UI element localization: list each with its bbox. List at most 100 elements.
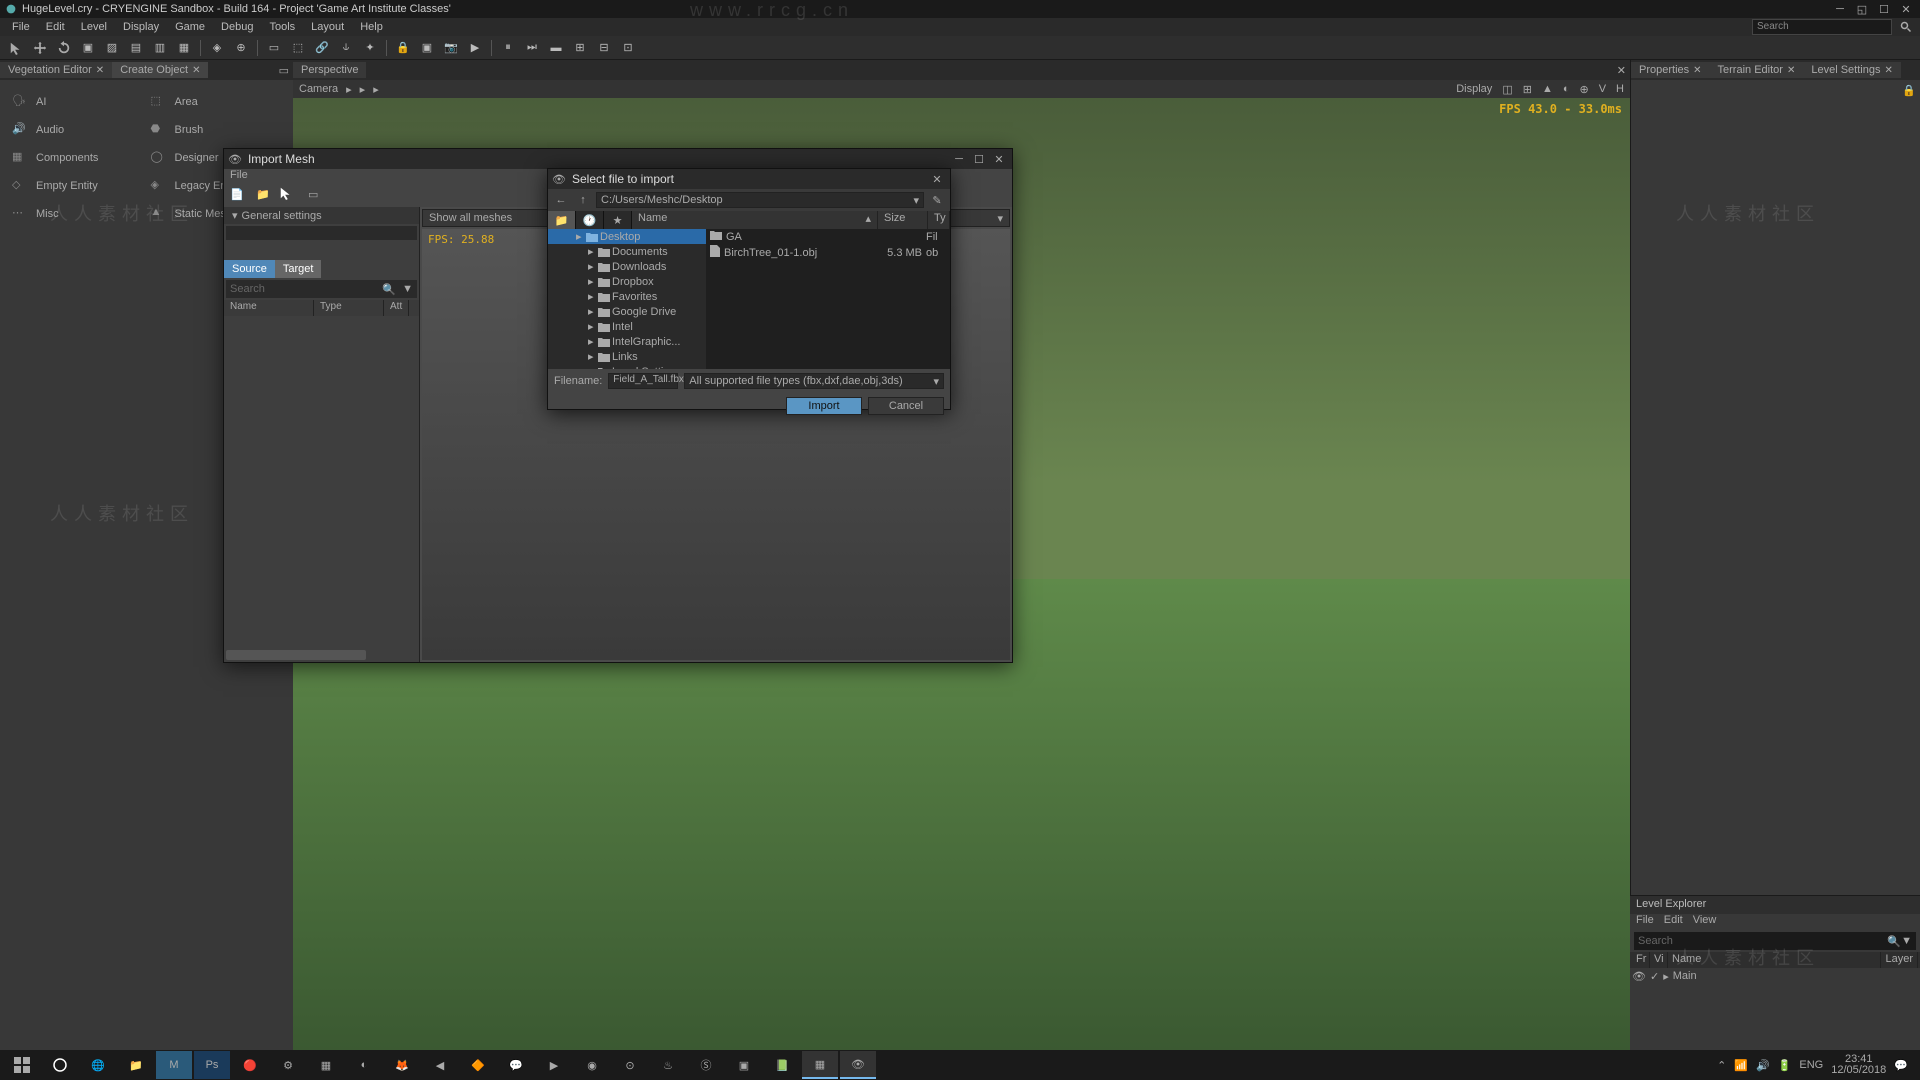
tool-icon[interactable]: ▭ [308,188,324,204]
taskbar-app-icon[interactable]: ◐ [346,1051,382,1079]
section-general-settings[interactable]: ▾ General settings [224,207,419,224]
chevron-right-icon[interactable]: ▸ [588,320,596,333]
taskbar-app-icon[interactable]: ♨ [650,1051,686,1079]
tab-favorites-icon[interactable]: ★ [604,211,632,229]
tool-icon[interactable]: ▥ [150,38,170,58]
display-label[interactable]: Display [1456,83,1492,95]
play-icon[interactable]: ▶ [465,38,485,58]
tray-network-icon[interactable]: 📶 [1734,1059,1748,1072]
menu-help[interactable]: Help [352,19,391,35]
tool-icon[interactable]: ▦ [174,38,194,58]
tab-history-icon[interactable]: 🕐 [576,211,604,229]
tree-item[interactable]: ▸Google Drive [548,304,706,319]
tool-icon[interactable]: ▨ [102,38,122,58]
tool-icon[interactable]: ⊞ [570,38,590,58]
level-exp-menu-edit[interactable]: Edit [1664,914,1683,930]
chevron-right-icon[interactable]: ▸ [588,275,596,288]
minimize-button[interactable]: ─ [950,151,968,167]
taskbar-app-icon[interactable]: 💬 [498,1051,534,1079]
col-name[interactable]: Name [1668,952,1881,968]
viewport-option-icon[interactable]: H [1616,83,1624,95]
category-brush[interactable]: ⬣Brush [147,116,286,144]
import-search-input[interactable]: Search [230,283,265,295]
viewport-option-icon[interactable]: ◫ [1502,83,1512,96]
chevron-right-icon[interactable]: ▸ [588,245,596,258]
menu-file[interactable]: File [4,19,38,35]
taskbar-app-icon[interactable]: ◀ [422,1051,458,1079]
magnify-icon[interactable]: ⊕ [231,38,251,58]
chevron-right-icon[interactable]: ▸ [576,230,584,243]
menu-level[interactable]: Level [73,19,115,35]
col-size[interactable]: Size [878,211,928,229]
menu-tools[interactable]: Tools [261,19,303,35]
tree-item[interactable]: ▸IntelGraphic... [548,334,706,349]
close-icon[interactable]: ✕ [192,65,200,76]
tab-perspective[interactable]: Perspective [293,62,366,78]
taskbar-app-icon[interactable]: ▦ [802,1051,838,1079]
tree-item[interactable]: ▸Documents [548,244,706,259]
chevron-right-icon[interactable]: ▸ [588,305,596,318]
up-button[interactable]: ↑ [574,191,592,209]
menu-game[interactable]: Game [167,19,213,35]
start-button[interactable] [4,1051,40,1079]
tool-icon[interactable]: ⬚ [288,38,308,58]
search-icon[interactable] [1896,17,1916,37]
filter-icon[interactable]: ▼ [1901,935,1912,947]
taskbar-app-icon[interactable]: 📁 [118,1051,154,1079]
link-icon[interactable]: 🔗 [312,38,332,58]
tool-icon[interactable]: ✎ [928,191,946,209]
close-button[interactable]: ✕ [1896,2,1916,16]
search-icon[interactable]: 🔍 [1887,935,1901,948]
filter-icon[interactable]: ▼ [402,283,413,295]
viewport-option-icon[interactable]: ◐ [1563,83,1570,95]
category-audio[interactable]: 🔊Audio [8,116,147,144]
tool-icon[interactable]: ▭ [264,38,284,58]
global-search-input[interactable]: Search [1752,19,1892,35]
taskbar-app-icon[interactable]: ⚙ [270,1051,306,1079]
close-icon[interactable]: ✕ [1787,65,1795,76]
check-icon[interactable]: ✓ [1650,970,1659,983]
menu-edit[interactable]: Edit [38,19,73,35]
taskbar-app-icon[interactable]: ▶ [536,1051,572,1079]
taskbar-app-icon[interactable]: 🔶 [460,1051,496,1079]
tray-clock[interactable]: 23:41 12/05/2018 [1831,1054,1886,1076]
maximize-button[interactable]: ☐ [970,151,988,167]
close-button[interactable]: ✕ [928,171,946,187]
chevron-right-icon[interactable]: ▸ [588,260,596,273]
lock-icon[interactable]: 🔒 [393,38,413,58]
tab-properties[interactable]: Properties✕ [1631,62,1710,78]
tray-chevron-icon[interactable]: ⌃ [1717,1059,1726,1072]
tool-icon[interactable]: ▣ [417,38,437,58]
tray-battery-icon[interactable]: 🔋 [1778,1059,1792,1072]
import-menu-file[interactable]: File [230,169,248,185]
col-name[interactable]: Name▴ [632,211,878,229]
tool-icon[interactable]: ✦ [360,38,380,58]
camera-label[interactable]: Camera [299,83,338,95]
tool-icon[interactable]: ⊟ [594,38,614,58]
tree-item[interactable]: ▸Links [548,349,706,364]
taskbar-app-icon[interactable]: Ⓢ [688,1051,724,1079]
path-input[interactable]: C:/Users/Meshc/Desktop▾ [596,192,924,208]
filename-input[interactable]: Field_A_Tall.fbx [608,373,678,389]
taskbar-app-icon[interactable]: ▣ [726,1051,762,1079]
taskbar-app-icon[interactable]: ◉ [574,1051,610,1079]
tray-language[interactable]: ENG [1799,1059,1823,1071]
scale-tool-icon[interactable]: ▣ [78,38,98,58]
tree-item[interactable]: ▸Favorites [548,289,706,304]
close-icon[interactable]: ✕ [1613,64,1630,77]
camera-icon[interactable]: 📷 [441,38,461,58]
viewport-option-icon[interactable]: ⊕ [1579,83,1588,96]
lock-icon[interactable]: 🔒 [1902,84,1916,97]
chevron-right-icon[interactable]: ▸ [588,350,596,363]
pause-icon[interactable]: ⏸ [498,38,518,58]
cortana-button[interactable] [42,1051,78,1079]
taskbar-app-icon[interactable]: 🌐 [80,1051,116,1079]
file-row[interactable]: BirchTree_01-1.obj 5.3 MB ob [706,244,950,261]
taskbar-app-icon[interactable]: 🦊 [384,1051,420,1079]
tab-create-object[interactable]: Create Object✕ [112,62,208,78]
category-misc[interactable]: ⋯Misc [8,200,147,228]
tool-icon[interactable]: ⊡ [618,38,638,58]
category-empty-entity[interactable]: ◇Empty Entity [8,172,147,200]
close-button[interactable]: ✕ [990,151,1008,167]
chevron-right-icon[interactable]: ▸ [588,290,596,303]
